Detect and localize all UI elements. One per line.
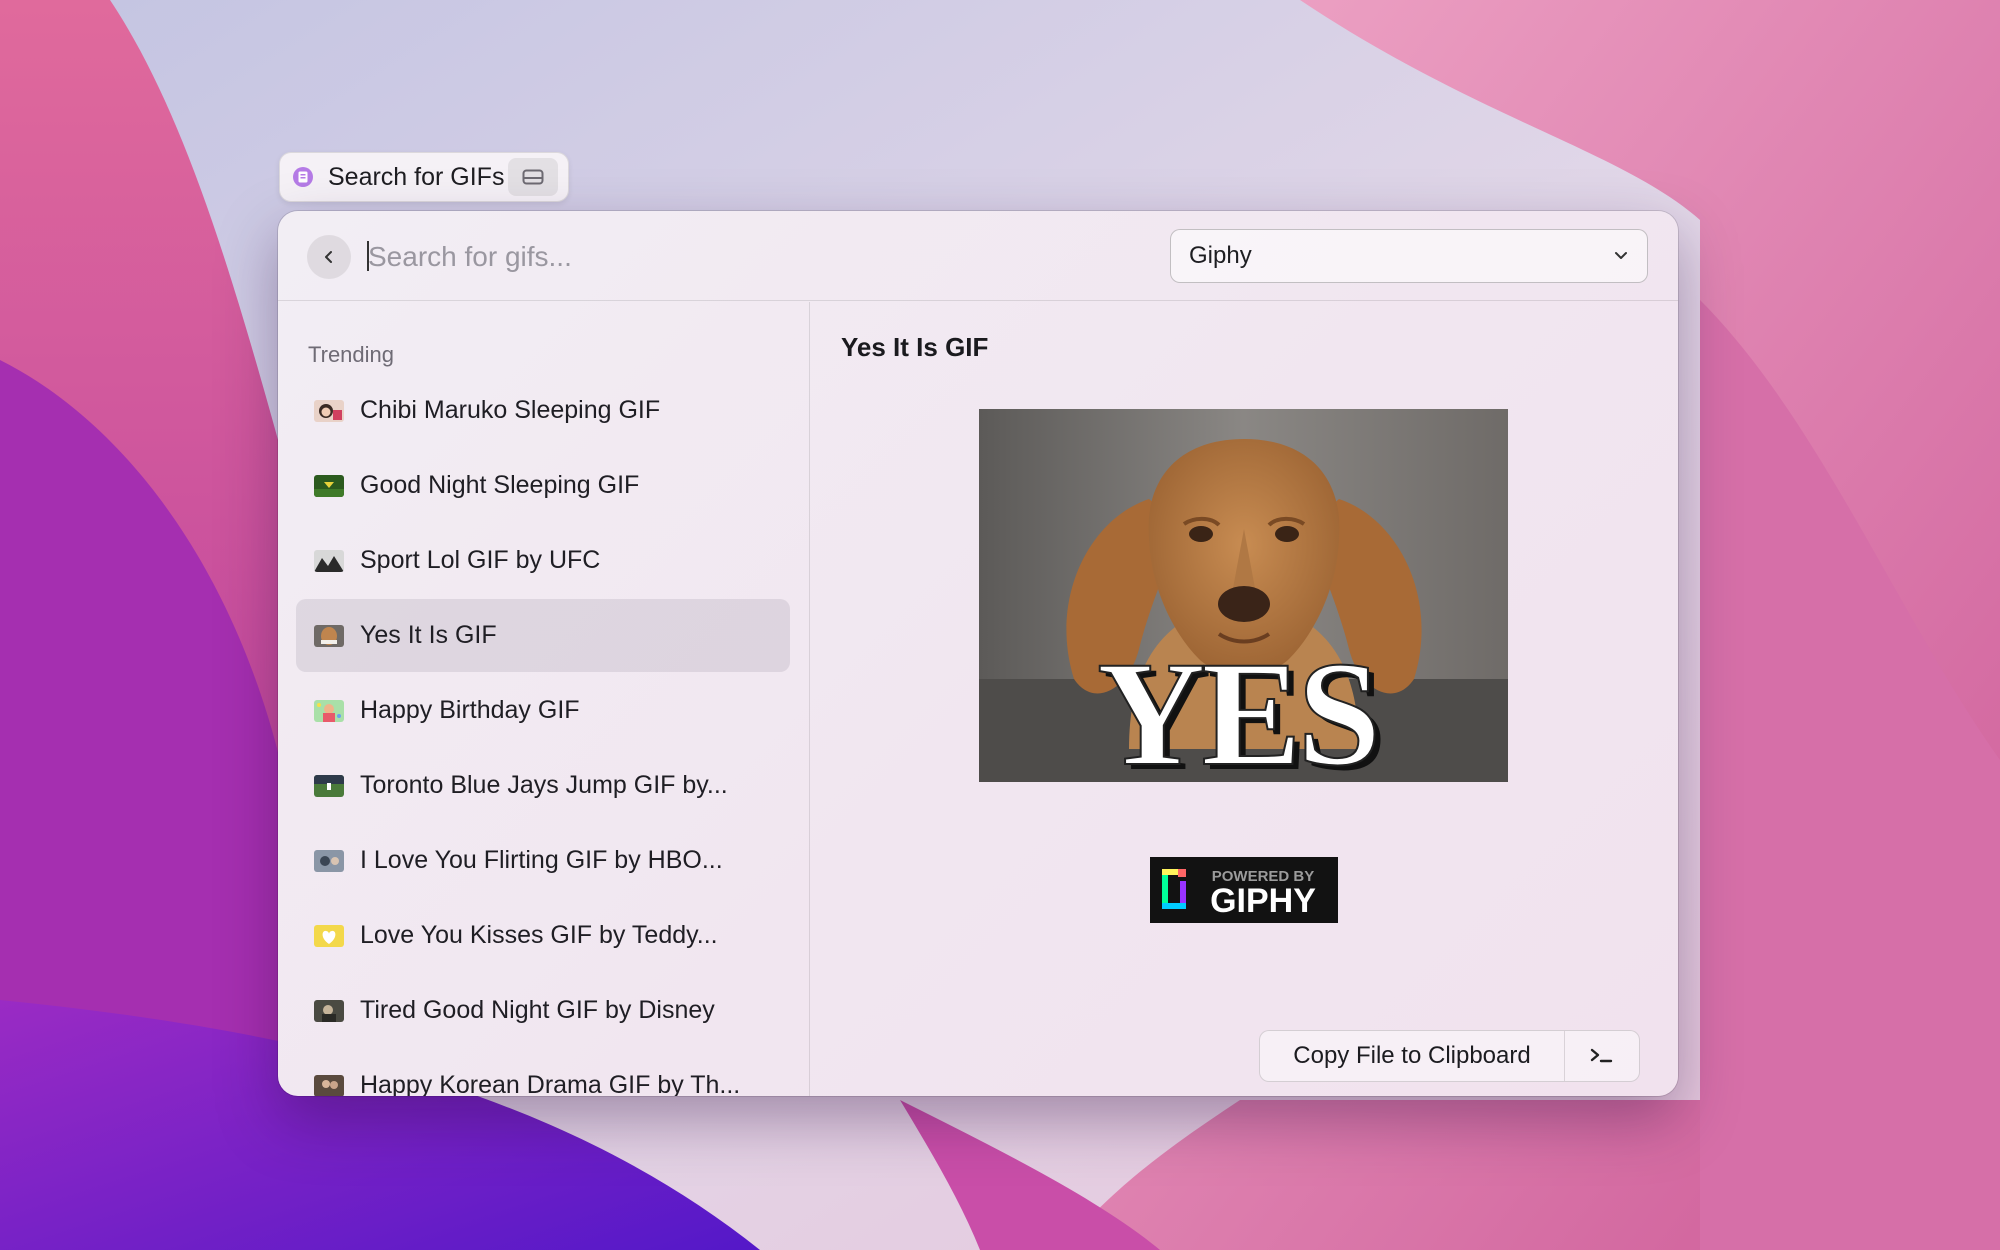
list-item[interactable]: Good Night Sleeping GIF (296, 449, 790, 522)
gif-thumbnail (314, 774, 344, 797)
drive-button[interactable] (508, 158, 558, 196)
list-item[interactable]: I Love You Flirting GIF by HBO... (296, 824, 790, 897)
search-input[interactable] (368, 233, 1088, 281)
list-item[interactable]: Sport Lol GIF by UFC (296, 524, 790, 597)
list-item-label: Happy Birthday GIF (360, 696, 580, 724)
chevron-left-icon (325, 251, 332, 263)
gif-thumbnail (314, 849, 344, 872)
list-item-label: Toronto Blue Jays Jump GIF by... (360, 771, 728, 799)
gif-thumbnail (314, 999, 344, 1022)
gif-thumbnail (314, 699, 344, 722)
list-item-label: Yes It Is GIF (360, 621, 497, 649)
detail-pane: Yes It Is GIF YES YES POWERED BY GIPHY C… (811, 302, 1678, 1096)
list-item-label: Tired Good Night GIF by Disney (360, 996, 715, 1024)
gif-thumbnail (314, 474, 344, 497)
gif-thumbnail (314, 1074, 344, 1096)
detail-title: Yes It Is GIF (841, 332, 989, 362)
list-item-label: I Love You Flirting GIF by HBO... (360, 846, 723, 874)
list-item-label: Chibi Maruko Sleeping GIF (360, 396, 661, 424)
gif-list[interactable]: Trending Chibi Maruko Sleeping GIF Good … (278, 302, 810, 1096)
list-item-label: Happy Korean Drama GIF by Th... (360, 1071, 741, 1096)
gif-thumbnail (314, 549, 344, 572)
gif-thumbnail (314, 924, 344, 947)
command-pill[interactable]: Search for GIFs (279, 152, 569, 202)
list-item[interactable]: Chibi Maruko Sleeping GIF (296, 374, 790, 447)
source-dropdown-value: Giphy (1189, 242, 1252, 269)
list-item[interactable]: Happy Korean Drama GIF by Th... (296, 1049, 790, 1096)
list-item[interactable]: Toronto Blue Jays Jump GIF by... (296, 749, 790, 822)
list-item-label: Sport Lol GIF by UFC (360, 546, 601, 574)
list-item[interactable]: Happy Birthday GIF (296, 674, 790, 747)
list-item-selected[interactable]: Yes It Is GIF (296, 599, 790, 672)
list-item-label: Good Night Sleeping GIF (360, 471, 640, 499)
svg-text:YES: YES (1097, 631, 1377, 782)
terminal-icon (1590, 1048, 1613, 1063)
command-title: Search for GIFs (328, 162, 505, 191)
action-bar: Copy File to Clipboard (1259, 1030, 1640, 1082)
search-bar: Giphy (278, 211, 1678, 301)
copy-file-to-clipboard-button[interactable]: Copy File to Clipboard (1260, 1031, 1565, 1081)
source-dropdown[interactable]: Giphy (1170, 229, 1648, 283)
gif-thumbnail (314, 399, 344, 422)
gif-thumbnail (314, 624, 344, 647)
list-item-label: Love You Kisses GIF by Teddy... (360, 921, 718, 949)
badge-giphy: GIPHY (1210, 882, 1316, 920)
list-item[interactable]: Tired Good Night GIF by Disney (296, 974, 790, 1047)
giphy-extension-icon (293, 167, 313, 187)
drive-icon (522, 169, 544, 185)
actions-menu-button[interactable] (1565, 1031, 1639, 1081)
powered-by-giphy-badge: POWERED BY GIPHY (1150, 857, 1338, 923)
back-button[interactable] (307, 235, 351, 279)
chevron-down-icon (1615, 252, 1627, 259)
main-window: Giphy Trending Chibi Maruko Sleeping GIF… (278, 211, 1678, 1096)
gif-preview-image: YES YES (979, 409, 1508, 782)
list-item[interactable]: Love You Kisses GIF by Teddy... (296, 899, 790, 972)
section-title-trending: Trending (308, 342, 395, 367)
